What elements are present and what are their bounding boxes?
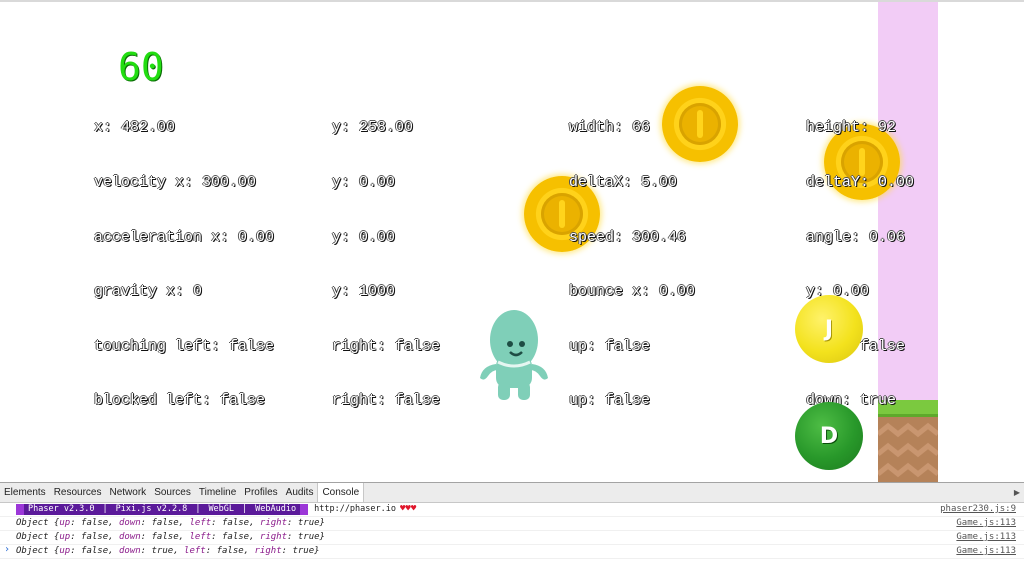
debug-line: gravity x: 0 xyxy=(94,283,203,301)
jump-button[interactable]: J xyxy=(795,295,863,363)
tab-elements[interactable]: Elements xyxy=(0,483,50,502)
debug-line: y: 0.00 xyxy=(332,228,396,246)
banner-audio: WebAudio xyxy=(251,504,301,515)
banner-pixi-version: Pixi.js v2.2.8 xyxy=(111,504,192,515)
debug-column-1: x: 482.00 velocity x: 300.00 acceleratio… xyxy=(94,83,274,447)
source-link[interactable]: Game.js:113 xyxy=(956,517,1016,530)
debug-line: up: false xyxy=(569,337,651,355)
tab-audits[interactable]: Audits xyxy=(282,483,318,502)
heart-icons: ♥♥♥ xyxy=(400,504,417,514)
down-button[interactable]: D xyxy=(795,402,863,470)
source-link[interactable]: Game.js:113 xyxy=(956,531,1016,544)
phaser-banner: Phaser v2.3.0 | Pixi.js v2.2.8 | WebGL |… xyxy=(16,504,416,515)
dock-side-icon[interactable]: ▶ xyxy=(1014,483,1020,502)
alien-player-sprite xyxy=(480,310,548,400)
console-object[interactable]: Object {up: false, down: true, left: fal… xyxy=(16,545,320,558)
debug-line: deltaX: 5.00 xyxy=(569,174,678,192)
debug-line: speed: 300.46 xyxy=(569,228,687,246)
tab-timeline[interactable]: Timeline xyxy=(195,483,240,502)
debug-line: y: 0.00 xyxy=(332,174,396,192)
devtools-tabbar: Elements Resources Network Sources Timel… xyxy=(0,483,1024,503)
console-prompt[interactable]: › xyxy=(4,544,10,555)
debug-line: right: false xyxy=(332,337,441,355)
banner-url-link[interactable]: http://phaser.io xyxy=(308,504,396,515)
debug-line: touching left: false xyxy=(94,337,275,355)
debug-line: bounce x: 0.00 xyxy=(569,283,696,301)
tab-sources[interactable]: Sources xyxy=(150,483,195,502)
debug-line: y: 1000 xyxy=(332,283,396,301)
console-line-banner: Phaser v2.3.0 | Pixi.js v2.2.8 | WebGL |… xyxy=(0,503,1024,517)
game-canvas[interactable]: 60 x: 482.00 velocity x: 300.00 accelera… xyxy=(0,0,1024,482)
debug-line: blocked left: false xyxy=(94,392,266,410)
banner-renderer: WebGL xyxy=(204,504,239,515)
fps-counter: 60 xyxy=(118,45,164,89)
devtools-panel: Elements Resources Network Sources Timel… xyxy=(0,482,1024,571)
debug-column-3: width: 66 deltaX: 5.00 speed: 300.46 bou… xyxy=(569,83,695,447)
source-link[interactable]: phaser230.js:9 xyxy=(940,503,1016,516)
source-link[interactable]: Game.js:113 xyxy=(956,545,1016,558)
debug-line: deltaY: 0.00 xyxy=(806,174,915,192)
debug-column-4: height: 92 deltaY: 0.00 angle: 0.06 y: 0… xyxy=(806,83,914,447)
console-object[interactable]: Object {up: false, down: false, left: fa… xyxy=(16,531,325,544)
tab-console[interactable]: Console xyxy=(317,483,365,502)
debug-line: x: 482.00 xyxy=(94,119,176,137)
debug-line: width: 66 xyxy=(569,119,651,137)
debug-line: up: false xyxy=(569,392,651,410)
tab-resources[interactable]: Resources xyxy=(50,483,106,502)
debug-line: acceleration x: 0.00 xyxy=(94,228,275,246)
tab-profiles[interactable]: Profiles xyxy=(240,483,281,502)
debug-line: y: 258.00 xyxy=(332,119,414,137)
console-line: Object {up: false, down: true, left: fal… xyxy=(0,545,1024,559)
debug-line: right: false xyxy=(332,392,441,410)
debug-column-2: y: 258.00 y: 0.00 y: 0.00 y: 1000 right:… xyxy=(332,83,440,447)
debug-line: angle: 0.06 xyxy=(806,228,906,246)
banner-phaser-version: Phaser v2.3.0 xyxy=(24,504,99,515)
console-object[interactable]: Object {up: false, down: false, left: fa… xyxy=(16,517,325,530)
debug-line: velocity x: 300.00 xyxy=(94,174,257,192)
debug-line: height: 92 xyxy=(806,119,897,137)
console-line: Object {up: false, down: false, left: fa… xyxy=(0,517,1024,531)
console-line: Object {up: false, down: false, left: fa… xyxy=(0,531,1024,545)
tab-network[interactable]: Network xyxy=(106,483,151,502)
